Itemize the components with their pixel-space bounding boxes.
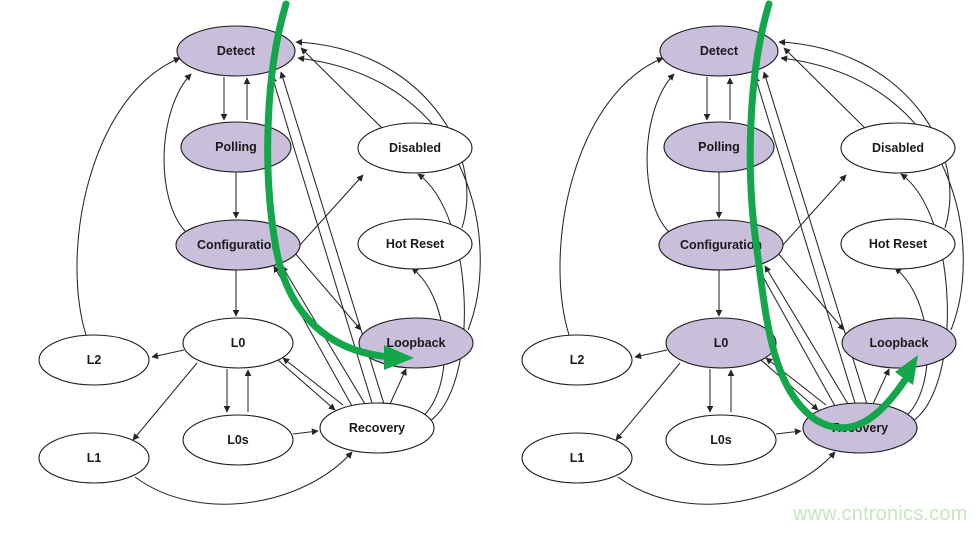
node-r-disabled[interactable]: Disabled [840,122,956,174]
state-diagram-svg: Detect Polling Configuration L0 L0s L2 L… [0,0,979,533]
node-polling-shape[interactable] [180,121,292,173]
watermark-text: www.cntronics.com [792,503,968,525]
node-l0-shape[interactable] [182,317,294,369]
node-l1[interactable]: L1 [38,432,150,484]
node-l0s[interactable]: L0s [182,414,294,466]
node-l1-shape[interactable] [38,432,150,484]
node-loopback[interactable]: Loopback [358,317,474,369]
node-r-loopback[interactable]: Loopback [841,317,957,369]
node-recovery[interactable]: Recovery [319,402,435,454]
node-r-l1[interactable]: L1 [521,432,633,484]
node-r-polling-shape[interactable] [663,121,775,173]
node-hot-reset[interactable]: Hot Reset [357,218,473,270]
node-r-l1-shape[interactable] [521,432,633,484]
node-r-configuration[interactable]: Configuration [658,219,784,271]
node-r-l0-shape[interactable] [665,317,777,369]
node-r-recovery-shape[interactable] [802,402,918,454]
node-recovery-shape[interactable] [319,402,435,454]
node-l2-shape[interactable] [38,334,150,386]
node-r-recovery[interactable]: Recovery [802,402,918,454]
node-r-loopback-shape[interactable] [841,317,957,369]
node-hot-reset-shape[interactable] [357,218,473,270]
figure-canvas: Detect Polling Configuration L0 L0s L2 L… [0,0,979,533]
node-r-l0s[interactable]: L0s [665,414,777,466]
node-r-l0s-shape[interactable] [665,414,777,466]
node-r-l2-shape[interactable] [521,334,633,386]
node-r-hot-reset[interactable]: Hot Reset [840,218,956,270]
node-r-l2[interactable]: L2 [521,334,633,386]
node-loopback-shape[interactable] [358,317,474,369]
node-r-configuration-shape[interactable] [658,219,784,271]
node-disabled[interactable]: Disabled [357,122,473,174]
node-r-disabled-shape[interactable] [840,122,956,174]
node-disabled-shape[interactable] [357,122,473,174]
node-r-polling[interactable]: Polling [663,121,775,173]
node-r-hot-reset-shape[interactable] [840,218,956,270]
node-polling[interactable]: Polling [180,121,292,173]
node-r-l0[interactable]: L0 [665,317,777,369]
node-l2[interactable]: L2 [38,334,150,386]
node-l0[interactable]: L0 [182,317,294,369]
node-l0s-shape[interactable] [182,414,294,466]
